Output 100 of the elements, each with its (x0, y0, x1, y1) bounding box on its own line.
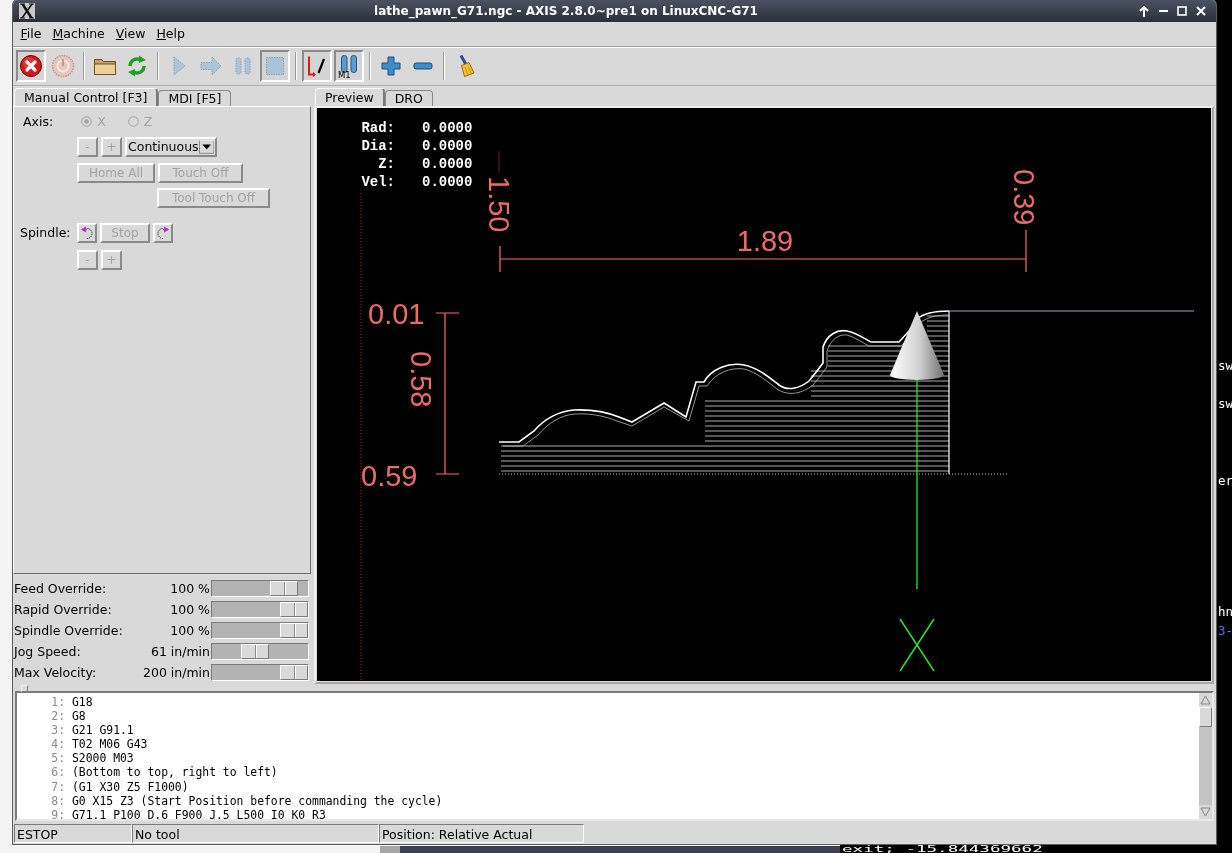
rotate-cw-icon (156, 225, 170, 240)
menu-item[interactable]: Machine (46, 26, 111, 42)
code-line: G18 (72, 695, 93, 710)
dimension-label: 0.58 (405, 351, 437, 408)
slider-thumb[interactable] (269, 581, 298, 596)
spindle-ccw-button[interactable] (77, 222, 97, 243)
dimension-label: 0.01 (368, 298, 425, 330)
minimize-icon (1158, 10, 1168, 12)
line-number: 9: (50, 807, 66, 822)
line-number: 3: (50, 723, 66, 738)
slider-track[interactable] (211, 622, 309, 639)
line-number: 8: (50, 793, 66, 808)
scroll-up-icon[interactable] (1199, 693, 1212, 707)
spindle-label: Spindle: (20, 225, 72, 240)
reload-icon (125, 54, 149, 78)
scroll-down-icon[interactable] (1199, 805, 1212, 819)
tab[interactable]: Manual Control [F3] (14, 88, 159, 106)
readout-value: 0.0000 (422, 138, 473, 154)
plus-icon (379, 54, 403, 78)
dimension-label: 1.50 (483, 176, 515, 233)
power-icon (51, 54, 75, 78)
code-line: G21 G91.1 (72, 723, 134, 738)
pane-grip-icon[interactable] (21, 685, 28, 692)
status-field: Position: Relative Actual (379, 823, 584, 843)
code-line: T02 M06 G43 (72, 737, 148, 752)
slider-track[interactable] (211, 643, 309, 660)
slider-reading: 100 % (169, 623, 210, 638)
increment-dropdown[interactable]: Continuous (125, 136, 217, 157)
line-number: 6: (50, 765, 66, 780)
rotate-ccw-icon (80, 225, 94, 240)
close-button[interactable] (1194, 4, 1208, 18)
slider-label: Feed Override: (13, 581, 108, 596)
caret-icon (198, 139, 214, 154)
slider-thumb[interactable] (241, 644, 270, 659)
readout-label: Z: (378, 156, 395, 172)
dimension-label: 0.59 (361, 460, 418, 492)
tab[interactable]: MDI [F5] (158, 90, 232, 106)
slider-track[interactable] (211, 664, 309, 681)
tick-mark (498, 150, 500, 174)
terminal-text: exit; -15.844369662 (842, 846, 1043, 853)
arrow-right-icon (199, 54, 223, 78)
slider-thumb[interactable] (280, 665, 308, 680)
slider-track[interactable] (211, 580, 309, 597)
readout-label: Vel: (361, 174, 395, 190)
readout-label: Rad: (361, 120, 395, 136)
terminal-text: 3- (1218, 623, 1232, 638)
raise-button[interactable] (1137, 4, 1151, 18)
arrow-up-icon (1139, 5, 1149, 17)
menu-item[interactable]: Help (150, 26, 191, 42)
tool-cone-icon (890, 311, 944, 380)
slider-thumb[interactable] (280, 623, 308, 638)
maximize-icon (1177, 6, 1187, 16)
readout-label: Dia: (361, 138, 395, 154)
terminal-text: hn (1218, 604, 1232, 619)
code-line: S2000 M03 (72, 751, 134, 766)
estop-button[interactable] (16, 50, 46, 82)
stop-icon (263, 54, 287, 78)
slider-thumb[interactable] (280, 602, 308, 617)
code-line: G0 X15 Z3 (Start Position before commanding the cycle) (72, 793, 443, 808)
slider-track[interactable] (211, 601, 309, 618)
slider-reading: 200 in/min (142, 665, 210, 680)
code-line: G71.1 P100 D.6 F900 J.5 L500 I0 K0 R3 (72, 807, 326, 822)
scrollbar[interactable] (1199, 693, 1212, 819)
dimension-label: 1.89 (736, 225, 794, 257)
line-number: 2: (50, 709, 66, 724)
readout-value: 0.0000 (422, 120, 473, 136)
estop-icon (19, 54, 43, 78)
slider-label: Spindle Override: (13, 623, 124, 638)
line-number: 1: (50, 695, 66, 710)
tab[interactable]: Preview (315, 88, 385, 106)
code-line: (Bottom to top, right to left) (72, 765, 278, 780)
maximize-button[interactable] (1175, 4, 1189, 18)
slider-reading: 100 % (169, 602, 210, 617)
x-marker-icon (899, 618, 935, 672)
block-delete-button[interactable] (302, 50, 332, 82)
close-icon (1196, 6, 1206, 16)
line-number: 4: (50, 737, 66, 752)
line-number: 7: (50, 779, 66, 794)
readout-value: 0.0000 (422, 156, 473, 172)
spindle-cw-button[interactable] (153, 222, 173, 243)
menu-item[interactable]: View (110, 26, 151, 42)
slider-label: Max Velocity: (13, 665, 98, 680)
tab[interactable]: DRO (384, 90, 433, 106)
window-title: lathe_pawn_G71.ngc - AXIS 2.8.0~pre1 on LinuxCNC-G71 (373, 4, 759, 18)
status-field: No tool (132, 823, 379, 843)
x-logo-icon (19, 3, 35, 19)
code-line: (G1 X30 Z5 F1000) (72, 779, 189, 794)
line-number: 5: (50, 751, 66, 766)
slider-reading: 100 % (169, 581, 210, 596)
axis-label: Axis: (23, 113, 54, 129)
code-line: G8 (72, 709, 86, 724)
slider-reading: 61 in/min (149, 644, 210, 659)
slider-label: Jog Speed: (13, 644, 82, 659)
terminal-text: er (1218, 473, 1232, 488)
scroll-thumb[interactable] (1199, 707, 1212, 727)
menu-item[interactable]: File (15, 26, 47, 42)
dimension-label: 0.39 (1008, 169, 1040, 226)
readout-value: 0.0000 (422, 174, 473, 190)
slider-label: Rapid Override: (13, 602, 113, 617)
status-field: ESTOP (14, 823, 132, 843)
